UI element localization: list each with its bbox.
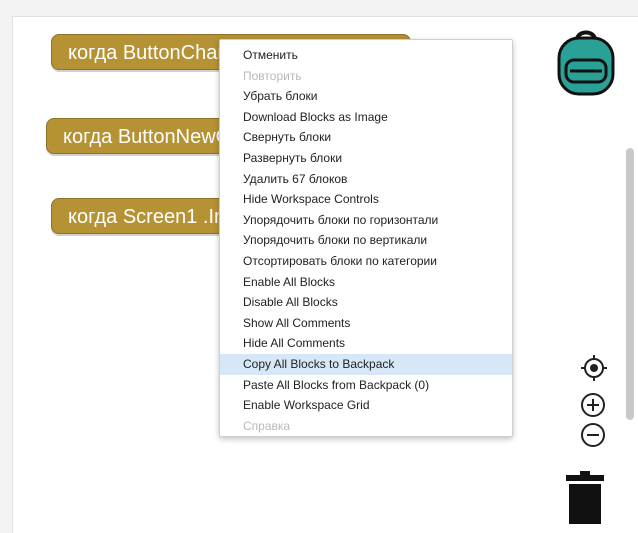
- context-menu-item[interactable]: Убрать блоки: [220, 86, 512, 107]
- context-menu-item[interactable]: Show All Comments: [220, 313, 512, 334]
- context-menu-item: Повторить: [243, 68, 302, 83]
- context-menu-item[interactable]: Download Blocks as Image: [220, 107, 512, 128]
- backpack-icon[interactable]: [553, 28, 619, 103]
- context-menu-item[interactable]: Hide Workspace Controls: [220, 189, 512, 210]
- context-menu-item[interactable]: Свернуть блоки: [220, 127, 512, 148]
- context-menu-item: Справка: [243, 418, 291, 433]
- context-menu-item[interactable]: Paste All Blocks from Backpack (0): [220, 375, 512, 396]
- zoom-in-icon[interactable]: [580, 392, 606, 423]
- context-menu-item[interactable]: Упорядочить блоки по вертикали: [220, 230, 512, 251]
- context-menu-item[interactable]: Упорядочить блоки по горизонтали: [220, 210, 512, 231]
- zoom-out-icon[interactable]: [580, 422, 606, 453]
- context-menu-item[interactable]: Enable Workspace Grid: [220, 395, 512, 416]
- context-menu-item[interactable]: Удалить 67 блоков: [220, 169, 512, 190]
- trash-icon[interactable]: [565, 471, 605, 530]
- context-menu-item[interactable]: Отсортировать блоки по категории: [220, 251, 512, 272]
- context-menu-item[interactable]: Enable All Blocks: [220, 272, 512, 293]
- context-menu-item[interactable]: Copy All Blocks to Backpack: [220, 353, 512, 375]
- context-menu: Отменить Повторить Убрать блоки Download Bl…: [219, 39, 513, 437]
- context-menu-item[interactable]: Disable All Blocks: [220, 292, 512, 313]
- context-menu-item[interactable]: Отменить: [220, 45, 512, 66]
- vertical-scrollbar[interactable]: [626, 148, 634, 420]
- context-menu-item[interactable]: Hide All Comments: [220, 333, 512, 354]
- target-icon[interactable]: [580, 354, 608, 387]
- context-menu-item[interactable]: Развернуть блоки: [220, 148, 512, 169]
